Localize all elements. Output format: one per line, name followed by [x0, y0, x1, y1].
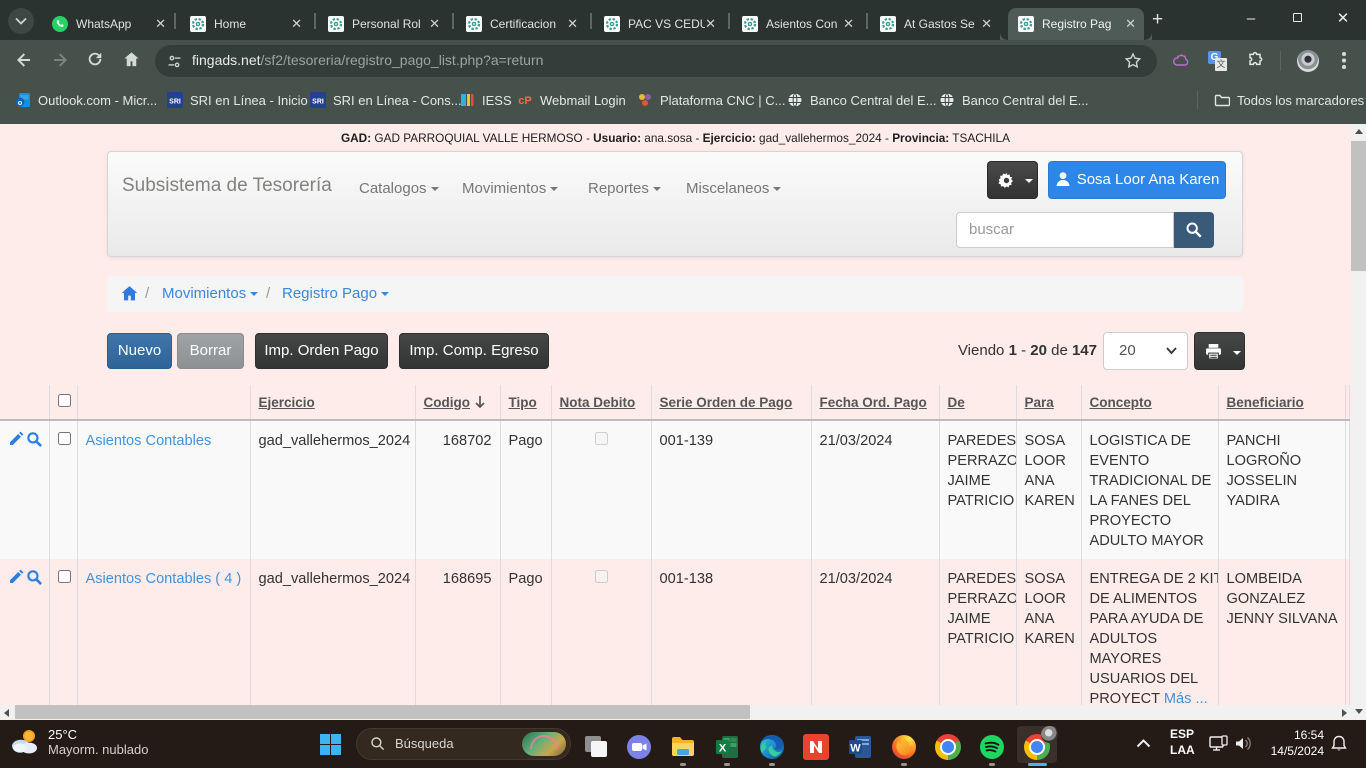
svg-text:cP: cP [518, 95, 531, 107]
svg-text:SRI: SRI [169, 99, 181, 106]
svg-text:SRI: SRI [312, 99, 324, 106]
svg-text:X: X [719, 743, 727, 755]
svg-text:W: W [850, 743, 861, 755]
svg-text:o: o [18, 98, 23, 107]
